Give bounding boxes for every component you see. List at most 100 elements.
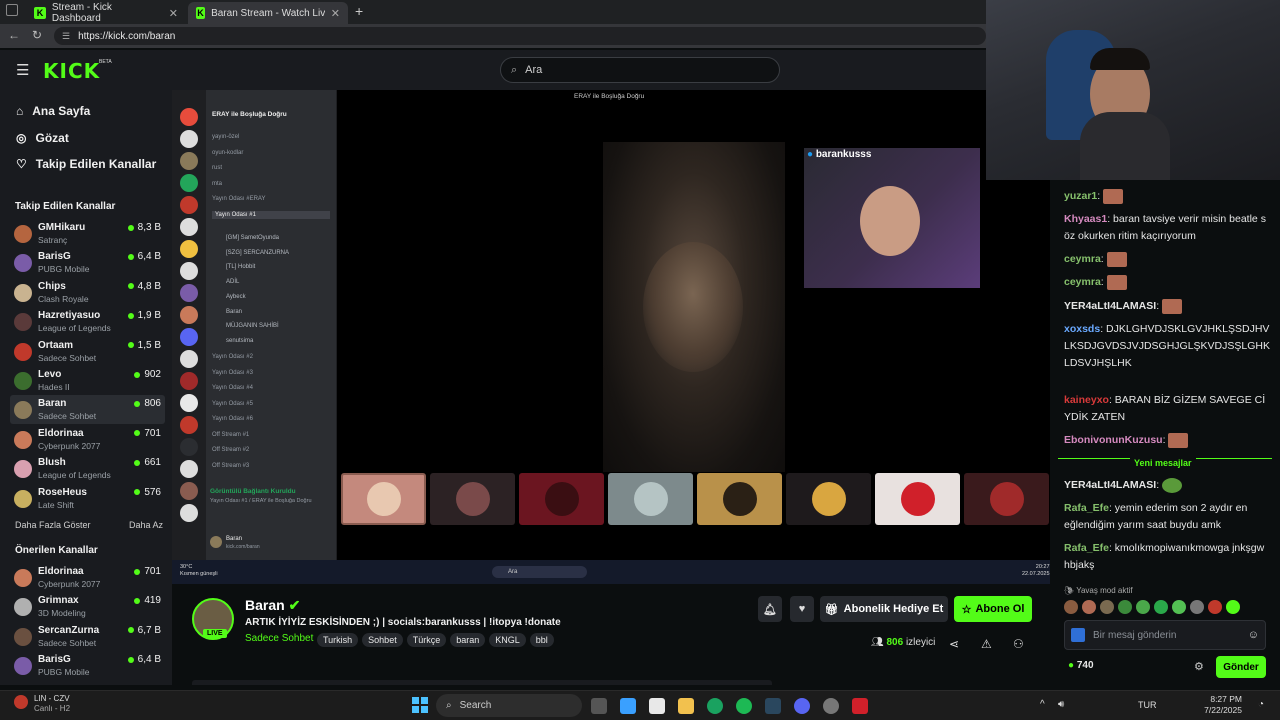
quick-emote-icon[interactable] bbox=[1190, 600, 1204, 614]
chat-username[interactable]: Khyaas1 bbox=[1064, 213, 1107, 225]
sidebar-channel[interactable]: Grimnax 3D Modeling 419 bbox=[10, 592, 165, 621]
participant-tile[interactable] bbox=[519, 473, 605, 525]
chat-username[interactable]: YER4aLtI4LAMASI bbox=[1064, 300, 1156, 312]
quick-emote-icon[interactable] bbox=[1154, 600, 1168, 614]
share-icon[interactable]: ⋖ bbox=[949, 637, 959, 651]
add-user-icon[interactable]: ⚇ bbox=[1013, 637, 1024, 651]
task-view-icon[interactable] bbox=[591, 698, 607, 714]
quick-emote-icon[interactable] bbox=[1208, 600, 1222, 614]
edge-browser-icon[interactable] bbox=[707, 698, 723, 714]
quick-emote-icon[interactable] bbox=[1118, 600, 1132, 614]
send-chat-button[interactable]: Gönder bbox=[1216, 656, 1266, 678]
site-info-icon[interactable]: ☰ bbox=[62, 31, 70, 42]
sidebar-channel[interactable]: Levo Hades II 902 bbox=[10, 366, 165, 395]
chat-username[interactable]: ceymra bbox=[1064, 276, 1101, 288]
chat-username[interactable]: xoxsds bbox=[1064, 323, 1100, 335]
participant-tile[interactable] bbox=[964, 473, 1050, 525]
sidebar-channel[interactable]: Baran Sadece Sohbet 806 bbox=[10, 395, 165, 425]
gift-sub-button[interactable]: 🎁︎ Abonelik Hediye Et bbox=[820, 596, 948, 622]
sidebar-channel[interactable]: BarisG PUBG Mobile 6,4 B bbox=[10, 651, 165, 680]
discord-icon[interactable] bbox=[794, 698, 810, 714]
kick-logo[interactable]: KICK bbox=[43, 59, 100, 83]
streamer-name[interactable]: Baran ✔ bbox=[245, 597, 300, 614]
participant-tile[interactable] bbox=[341, 473, 427, 525]
sidebar-channel[interactable]: Ortaam Sadece Sohbet 1,5 B bbox=[10, 337, 165, 366]
copilot-icon[interactable] bbox=[620, 698, 636, 714]
quick-emote-icon[interactable] bbox=[1136, 600, 1150, 614]
steam-icon[interactable] bbox=[765, 698, 781, 714]
chat-settings-icon[interactable]: ⚙ bbox=[1194, 660, 1204, 673]
emoji-icon[interactable]: ☺ bbox=[1248, 629, 1259, 641]
notification-bell-button[interactable]: 🔔︎ bbox=[758, 596, 782, 622]
sidebar-channel[interactable]: Blush League of Legends 661 bbox=[10, 454, 165, 483]
reload-icon[interactable]: ↻ bbox=[32, 28, 42, 42]
channel-points[interactable]: ● 740 bbox=[1068, 660, 1094, 671]
quick-emote-icon[interactable] bbox=[1100, 600, 1114, 614]
quick-emote-icon[interactable] bbox=[1064, 600, 1078, 614]
nav-home[interactable]: ⌂ Ana Sayfa bbox=[16, 104, 90, 118]
participant-tile[interactable] bbox=[697, 473, 783, 525]
file-explorer-icon[interactable] bbox=[678, 698, 694, 714]
close-tab-icon[interactable]: ✕ bbox=[169, 7, 178, 20]
browser-tab-stream[interactable]: K Baran Stream - Watch Live on Kic ✕ bbox=[188, 2, 348, 24]
chat-username[interactable]: EbonivonunKuzusu bbox=[1064, 434, 1163, 446]
system-clock[interactable]: 8:27 PM 7/22/2025 bbox=[1202, 694, 1242, 716]
language-indicator[interactable]: TUR bbox=[1138, 700, 1157, 710]
sidebar-channel[interactable]: RoseHeus Late Shift 576 bbox=[10, 484, 165, 513]
chat-username[interactable]: YER4aLtI4LAMASI bbox=[1064, 479, 1156, 491]
notification-icon[interactable]: ◔ bbox=[1258, 699, 1264, 710]
show-less-link[interactable]: Daha Az bbox=[129, 520, 163, 530]
participant-tile[interactable] bbox=[430, 473, 516, 525]
search-input[interactable]: ⌕ Ara bbox=[500, 57, 780, 83]
chat-username[interactable]: yuzar1 bbox=[1064, 190, 1097, 202]
stream-tag[interactable]: bbl bbox=[529, 633, 554, 647]
subscribe-button[interactable]: ☆ Abone Ol bbox=[954, 596, 1032, 622]
stream-category[interactable]: Sadece Sohbet bbox=[245, 633, 313, 644]
stream-tag[interactable]: Turkish bbox=[317, 633, 359, 647]
video-player[interactable]: ERAY ile Boşluğa Doğru yayın-özel oyun-ko… bbox=[172, 90, 1050, 584]
follow-button[interactable]: ♥ bbox=[790, 596, 814, 622]
back-icon[interactable]: ← bbox=[8, 28, 20, 42]
obs-icon[interactable] bbox=[823, 698, 839, 714]
sidebar-channel[interactable]: BarisG PUBG Mobile 6,4 B bbox=[10, 248, 165, 277]
sidebar-channel[interactable]: Eldorinaa Cyberpunk 2077 701 bbox=[10, 425, 165, 454]
show-more-link[interactable]: Daha Fazla Göster bbox=[15, 520, 91, 530]
chat-username[interactable]: ceymra bbox=[1064, 253, 1101, 265]
chat-input[interactable]: Bir mesaj gönderin ☺ bbox=[1064, 620, 1266, 650]
weather-widget[interactable]: LIN - CZV Canlı - H2 bbox=[34, 694, 70, 714]
participant-tile[interactable] bbox=[786, 473, 872, 525]
participant-tile[interactable] bbox=[608, 473, 694, 525]
windows-search[interactable]: ⌕ Search bbox=[436, 694, 582, 717]
windows-start-icon[interactable] bbox=[412, 697, 428, 713]
tab-list-icon[interactable] bbox=[6, 4, 18, 16]
new-tab-icon[interactable]: + bbox=[355, 3, 363, 19]
security-app-icon[interactable] bbox=[852, 698, 868, 714]
chat-username[interactable]: Rafa_Efe bbox=[1064, 542, 1109, 554]
close-tab-icon[interactable]: ✕ bbox=[331, 7, 340, 20]
tray-overflow-icon[interactable]: ^ bbox=[1040, 699, 1045, 710]
stream-tag[interactable]: baran bbox=[450, 633, 486, 647]
report-icon[interactable]: ⚠ bbox=[981, 637, 992, 651]
chat-username[interactable]: Rafa_Efe bbox=[1064, 502, 1109, 514]
sidebar-channel[interactable]: Hazretiyasuo League of Legends 1,9 B bbox=[10, 307, 165, 336]
stream-tag[interactable]: Türkçe bbox=[406, 633, 447, 647]
store-icon[interactable] bbox=[649, 698, 665, 714]
address-bar[interactable]: ☰ https://kick.com/baran bbox=[54, 27, 986, 45]
quick-emote-icon[interactable] bbox=[1226, 600, 1240, 614]
participant-tile[interactable] bbox=[875, 473, 961, 525]
chat-username[interactable]: kaineyxo bbox=[1064, 394, 1109, 406]
sidebar-channel[interactable]: Chips Clash Royale 4,8 B bbox=[10, 278, 165, 307]
stream-tag[interactable]: KNGL bbox=[489, 633, 526, 647]
sidebar-channel[interactable]: GMHikaru Satranç 8,3 B bbox=[10, 219, 165, 248]
menu-icon[interactable]: ☰ bbox=[16, 61, 29, 79]
nav-browse[interactable]: ◎ Gözat bbox=[16, 131, 69, 145]
spotify-icon[interactable] bbox=[736, 698, 752, 714]
sidebar-channel[interactable]: Eldorinaa Cyberpunk 2077 701 bbox=[10, 563, 165, 592]
quick-emote-icon[interactable] bbox=[1172, 600, 1186, 614]
browser-tab-dashboard[interactable]: K Stream - Kick Dashboard ✕ bbox=[26, 2, 186, 24]
speaker-icon[interactable]: 🔊︎ bbox=[1058, 699, 1064, 710]
sidebar-channel[interactable]: SercanZurna Sadece Sohbet 6,7 B bbox=[10, 622, 165, 651]
nav-following[interactable]: ♡ Takip Edilen Kanallar bbox=[16, 157, 156, 171]
quick-emote-icon[interactable] bbox=[1082, 600, 1096, 614]
stream-tag[interactable]: Sohbet bbox=[362, 633, 403, 647]
